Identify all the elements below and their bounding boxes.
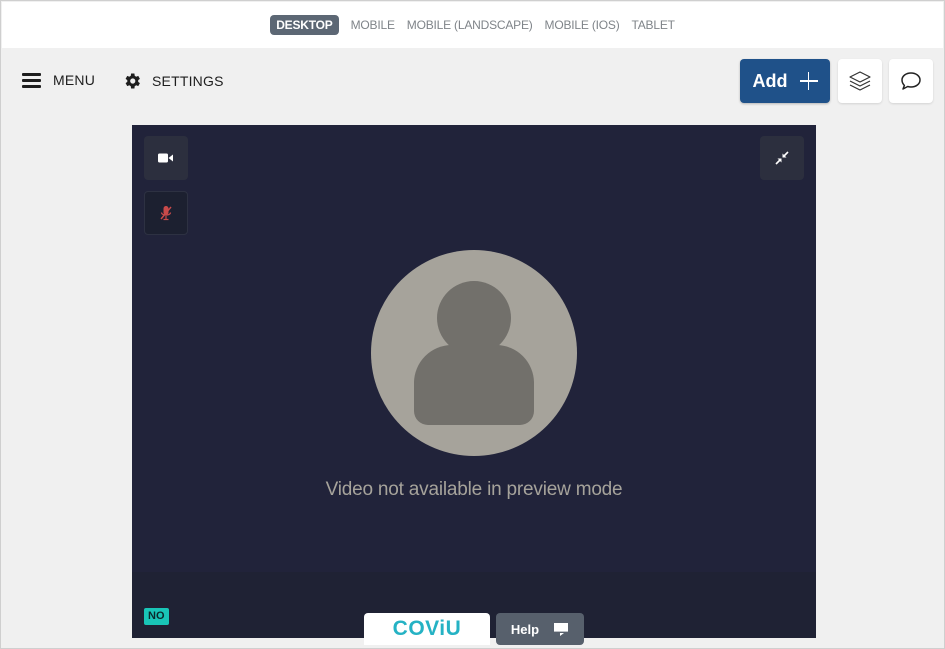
- minimize-video-button[interactable]: [760, 136, 804, 180]
- avatar-placeholder: [371, 250, 577, 456]
- add-label: Add: [752, 70, 788, 91]
- camera-icon: [158, 153, 173, 163]
- camera-toggle-button[interactable]: [144, 136, 188, 180]
- device-tab-desktop[interactable]: DESKTOP: [270, 15, 339, 35]
- help-label: Help: [510, 621, 540, 637]
- menu-button[interactable]: MENU: [22, 72, 95, 88]
- preview-unavailable-message: Video not available in preview mode: [325, 479, 623, 500]
- hamburger-icon: [22, 72, 41, 88]
- video-preview-panel: Video not available in preview mode NO: [132, 125, 816, 638]
- comment-button[interactable]: [889, 59, 933, 103]
- device-tab-mobile-landscape[interactable]: MOBILE (LANDSCAPE): [407, 18, 533, 32]
- minimize-icon: [775, 151, 789, 165]
- menu-label: MENU: [53, 72, 96, 88]
- editor-toolbar: MENU SETTINGS Add: [2, 48, 943, 114]
- device-tab-tablet[interactable]: TABLET: [632, 18, 675, 32]
- device-preview-bar: DESKTOP MOBILE MOBILE (LANDSCAPE) MOBILE…: [2, 2, 943, 48]
- coviu-logo: COViU: [364, 613, 490, 645]
- app-frame: DESKTOP MOBILE MOBILE (LANDSCAPE) MOBILE…: [0, 0, 945, 649]
- device-tab-mobile[interactable]: MOBILE: [351, 18, 395, 32]
- status-badge: NO: [144, 608, 169, 625]
- avatar-head: [437, 281, 511, 355]
- settings-button[interactable]: SETTINGS: [122, 71, 224, 91]
- device-tab-mobile-ios[interactable]: MOBILE (IOS): [545, 18, 620, 32]
- mic-toggle-button[interactable]: [144, 191, 188, 235]
- layers-button[interactable]: [838, 59, 882, 103]
- chat-icon: [554, 622, 569, 636]
- settings-label: SETTINGS: [152, 73, 224, 89]
- mic-muted-icon: [160, 206, 172, 221]
- comment-icon: [901, 72, 921, 90]
- avatar-body: [414, 345, 534, 425]
- help-button[interactable]: Help: [496, 613, 584, 645]
- plus-icon: [799, 72, 818, 90]
- add-button[interactable]: Add: [740, 59, 830, 103]
- gear-icon: [125, 73, 140, 89]
- layers-icon: [849, 71, 871, 91]
